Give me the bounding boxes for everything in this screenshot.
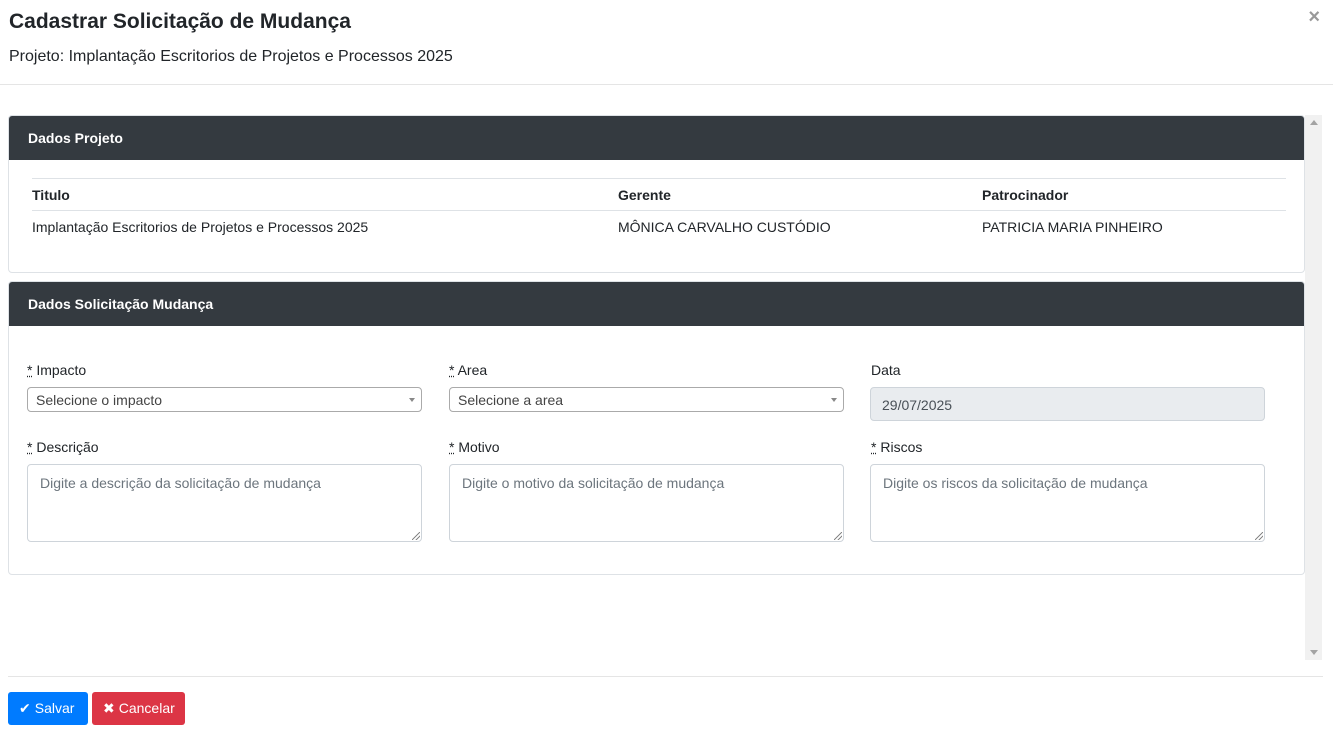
impacto-label: * Impacto bbox=[27, 362, 86, 378]
column-header-titulo: Titulo bbox=[32, 187, 70, 203]
impacto-select-value: Selecione o impacto bbox=[36, 392, 163, 408]
required-mark: * bbox=[449, 362, 455, 378]
save-button-label: Salvar bbox=[34, 700, 75, 716]
scrollbar[interactable] bbox=[1305, 115, 1322, 660]
cancel-button[interactable]: ✖ Cancelar bbox=[92, 692, 185, 725]
impacto-label-text: Impacto bbox=[36, 362, 87, 378]
resize-handle-icon[interactable] bbox=[412, 532, 420, 540]
cancel-button-label: Cancelar bbox=[118, 700, 175, 716]
motivo-placeholder: Digite o motivo da solicitação de mudanç… bbox=[462, 475, 725, 491]
descricao-textarea[interactable]: Digite a descrição da solicitação de mud… bbox=[27, 464, 422, 542]
impacto-select[interactable]: Selecione o impacto bbox=[27, 387, 422, 412]
modal-subtitle: Projeto: Implantação Escritorios de Proj… bbox=[9, 48, 453, 65]
chevron-down-icon bbox=[831, 398, 837, 402]
descricao-label-text: Descrição bbox=[36, 439, 99, 455]
motivo-label-text: Motivo bbox=[458, 439, 500, 455]
riscos-label-text: Riscos bbox=[880, 439, 923, 455]
resize-handle-icon[interactable] bbox=[1255, 532, 1263, 540]
cell-titulo: Implantação Escritorios de Projetos e Pr… bbox=[32, 219, 369, 235]
project-card-title: Dados Projeto bbox=[9, 116, 1304, 160]
project-table: Titulo Gerente Patrocinador Implantação … bbox=[32, 178, 1286, 243]
column-header-patrocinador: Patrocinador bbox=[982, 187, 1069, 203]
check-icon: ✔ bbox=[19, 700, 31, 716]
table-header-row: Titulo Gerente Patrocinador bbox=[32, 179, 1286, 211]
descricao-placeholder: Digite a descrição da solicitação de mud… bbox=[40, 475, 321, 491]
modal-header: Cadastrar Solicitação de Mudança Projeto… bbox=[0, 0, 1333, 85]
chevron-down-icon bbox=[409, 398, 415, 402]
required-mark: * bbox=[27, 362, 33, 378]
scroll-down-icon[interactable] bbox=[1310, 650, 1318, 655]
table-row: Implantação Escritorios de Projetos e Pr… bbox=[32, 211, 1286, 243]
cell-patrocinador: PATRICIA MARIA PINHEIRO bbox=[982, 219, 1163, 235]
save-button[interactable]: ✔ Salvar bbox=[8, 692, 88, 725]
modal-title: Cadastrar Solicitação de Mudança bbox=[9, 10, 351, 33]
cell-gerente: MÔNICA CARVALHO CUSTÓDIO bbox=[618, 219, 831, 235]
project-card: Dados Projeto Titulo Gerente Patrocinado… bbox=[8, 115, 1305, 273]
close-icon: ✖ bbox=[103, 700, 115, 716]
motivo-label: * Motivo bbox=[449, 439, 500, 455]
riscos-placeholder: Digite os riscos da solicitação de mudan… bbox=[883, 475, 1148, 491]
area-label-text: Area bbox=[457, 362, 488, 378]
area-select-value: Selecione a area bbox=[458, 392, 564, 408]
area-label: * Area bbox=[449, 362, 487, 378]
modal-footer: ✔ Salvar ✖ Cancelar bbox=[8, 676, 1323, 733]
area-select[interactable]: Selecione a area bbox=[449, 387, 844, 412]
scroll-up-icon[interactable] bbox=[1310, 120, 1318, 125]
close-icon[interactable]: × bbox=[1308, 7, 1320, 27]
request-card-title: Dados Solicitação Mudança bbox=[9, 282, 1304, 326]
motivo-textarea[interactable]: Digite o motivo da solicitação de mudanç… bbox=[449, 464, 844, 542]
riscos-textarea[interactable]: Digite os riscos da solicitação de mudan… bbox=[870, 464, 1265, 542]
required-mark: * bbox=[27, 439, 33, 455]
data-input[interactable]: 29/07/2025 bbox=[870, 387, 1265, 421]
column-header-gerente: Gerente bbox=[618, 187, 671, 203]
riscos-label: * Riscos bbox=[871, 439, 922, 455]
resize-handle-icon[interactable] bbox=[834, 532, 842, 540]
descricao-label: * Descrição bbox=[27, 439, 99, 455]
required-mark: * bbox=[449, 439, 455, 455]
required-mark: * bbox=[871, 439, 877, 455]
data-label: Data bbox=[871, 362, 901, 378]
